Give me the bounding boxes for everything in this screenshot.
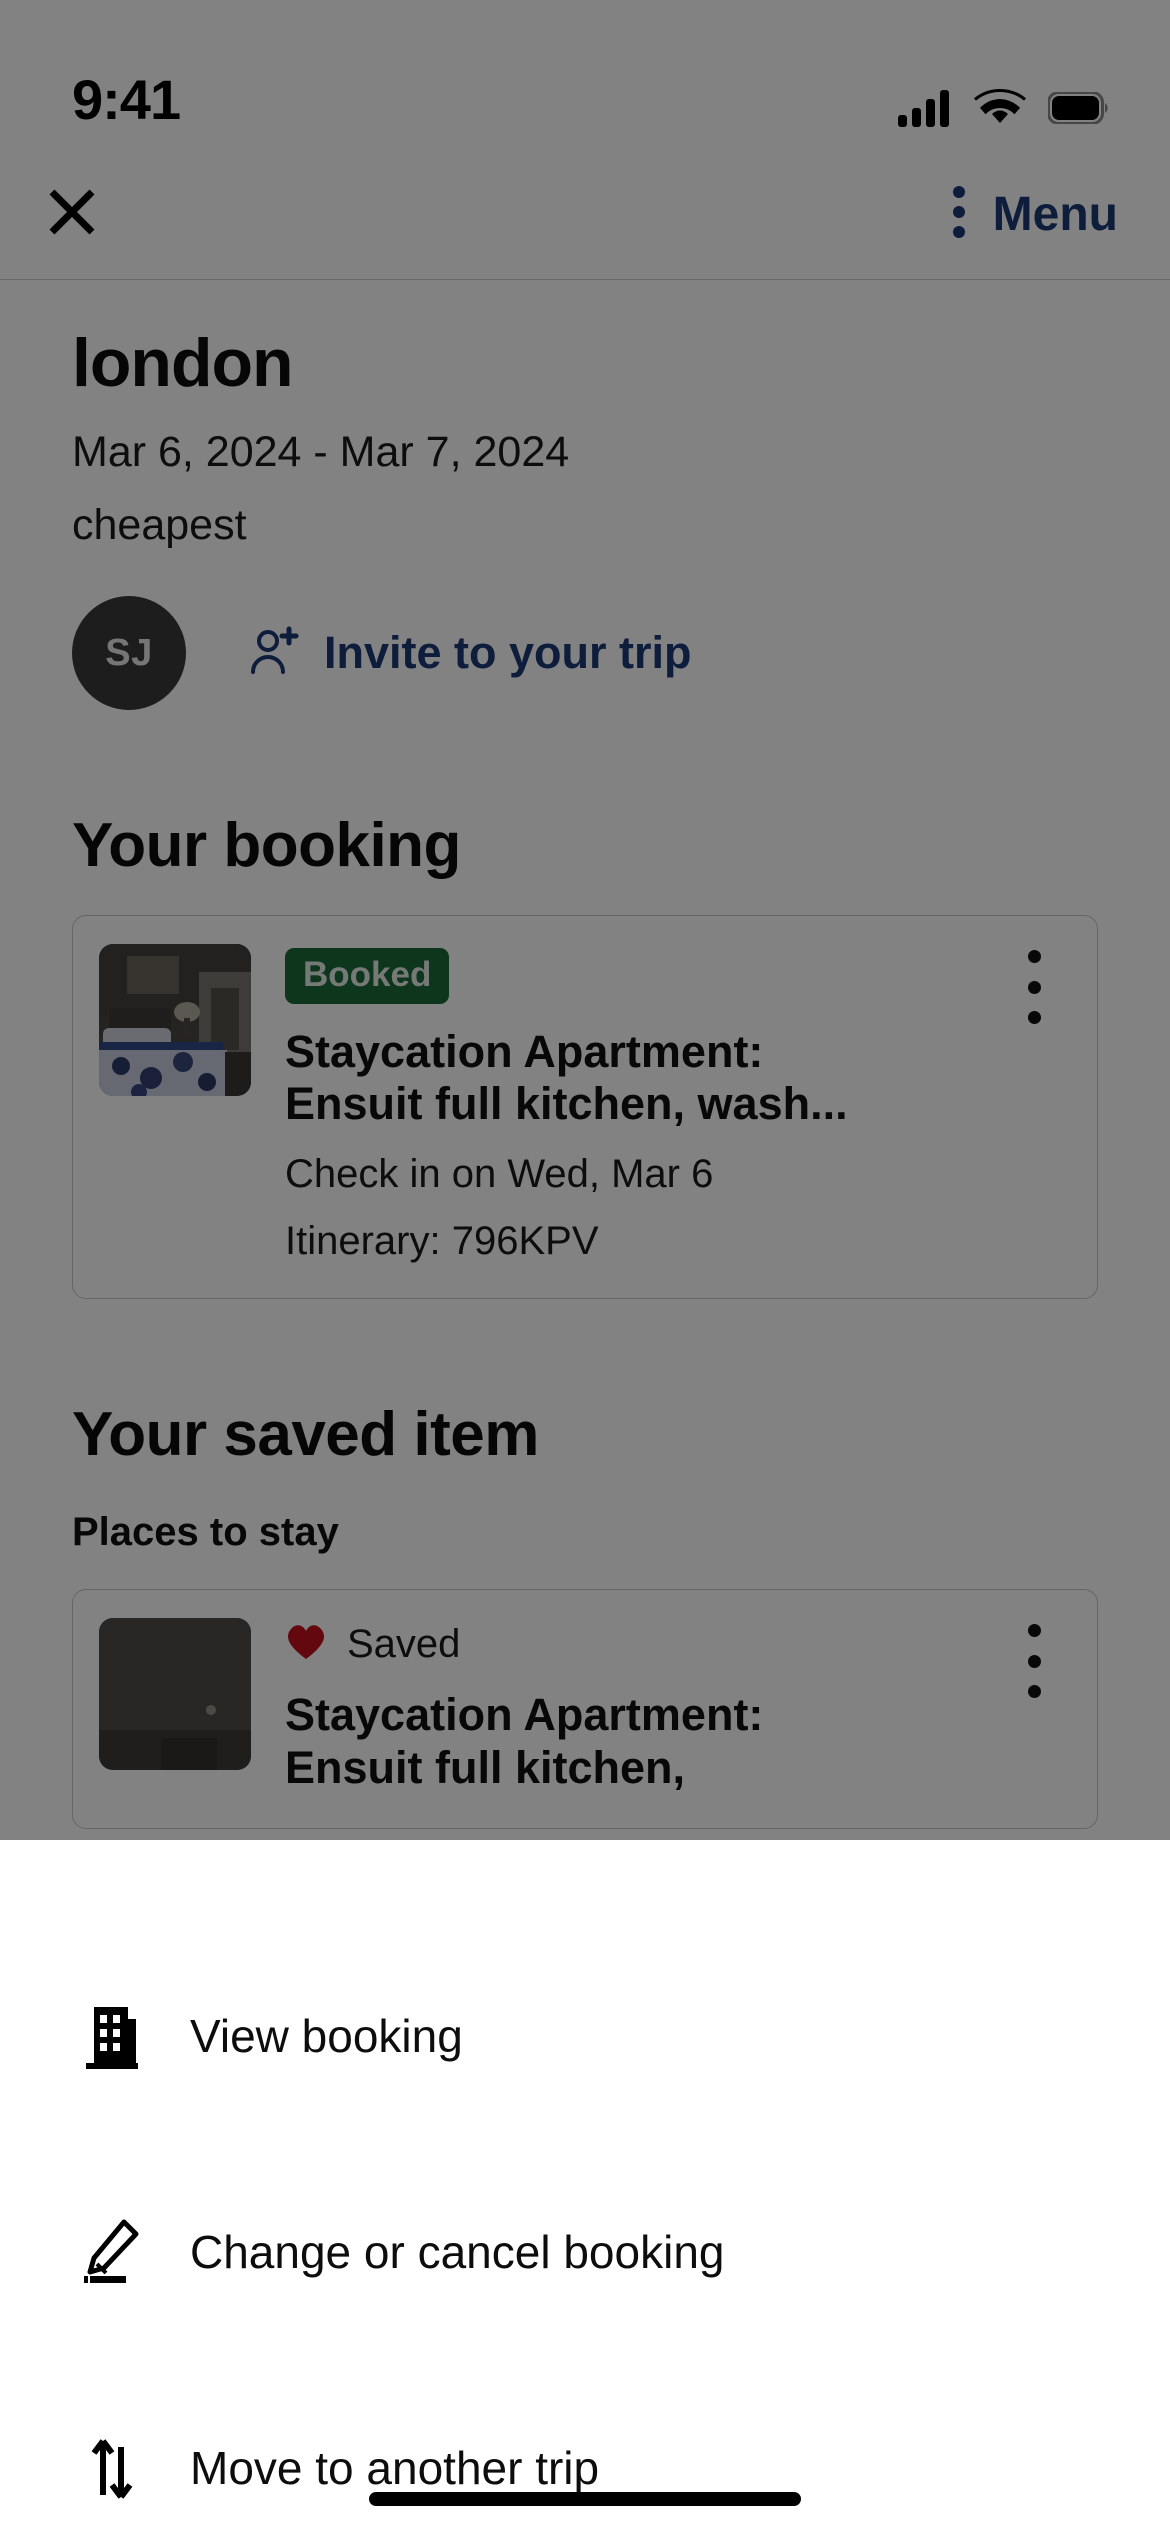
home-indicator[interactable] — [369, 2492, 801, 2506]
sheet-item-label[interactable]: Move to another trip — [190, 2441, 599, 2495]
sheet-item-label[interactable]: View booking — [190, 2009, 463, 2063]
sheet-item-move-to-another-trip[interactable]: Move to another trip — [0, 2360, 1170, 2532]
bottom-sheet-menu: View booking Change or cancel booking Mo… — [0, 1840, 1170, 2532]
pencil-icon — [82, 2218, 148, 2286]
sheet-item-change-or-cancel-booking[interactable]: Change or cancel booking — [0, 2144, 1170, 2360]
building-icon — [82, 2001, 148, 2071]
phone-screen: 9:41 Menu london Mar 6, 2024 - Mar 7, 20… — [0, 0, 1170, 2532]
sheet-item-view-booking[interactable]: View booking — [0, 1928, 1170, 2144]
move-arrows-icon — [82, 2433, 148, 2503]
sheet-item-label[interactable]: Change or cancel booking — [190, 2225, 724, 2279]
